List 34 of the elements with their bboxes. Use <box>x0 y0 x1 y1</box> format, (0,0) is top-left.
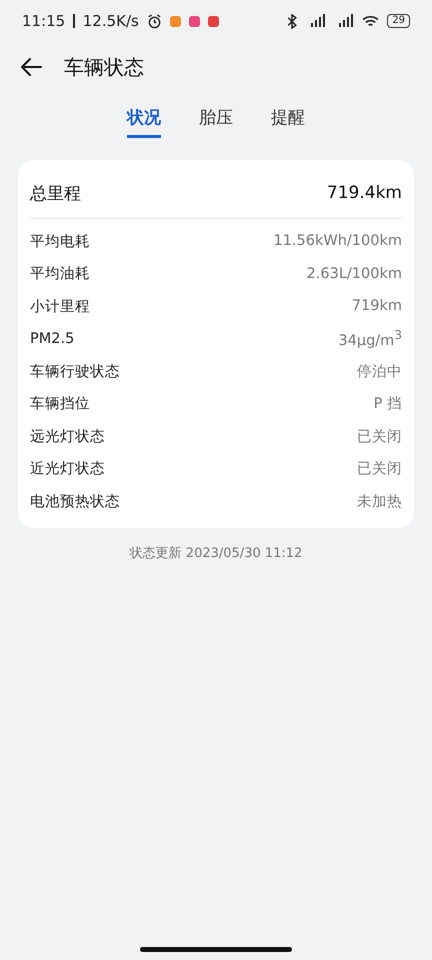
row-value: 2.63L/100km <box>306 266 402 282</box>
wifi-icon <box>362 14 380 28</box>
tab[interactable]: 提醒 <box>271 106 305 138</box>
network-speed: 12.5K/s <box>82 12 139 30</box>
row-value: 11.56kWh/100km <box>273 233 402 250</box>
row-label: 平均油耗 <box>30 265 90 284</box>
app-icon <box>208 16 219 26</box>
row-label: 电池预热状态 <box>30 492 120 511</box>
alarm-icon <box>146 14 162 28</box>
row-value: 719.4km <box>326 183 402 203</box>
row-value: 停泊中 <box>357 362 402 381</box>
battery-indicator: 29 <box>387 14 410 28</box>
row-value: 34μg/m$^{3}$ <box>338 328 402 350</box>
row-label: 远光灯状态 <box>30 428 105 446</box>
row-label: PM2.5 <box>30 330 74 347</box>
row-label: 车辆挡位 <box>30 395 90 414</box>
row-label: 车辆行驶状态 <box>30 362 120 381</box>
row-label: 近光灯状态 <box>30 460 105 478</box>
tab[interactable]: 胎压 <box>199 106 233 138</box>
status-time: 11:15 <box>22 12 66 30</box>
app-icon <box>188 16 200 26</box>
app-icon <box>170 16 181 26</box>
row-value: 未加热 <box>357 492 402 511</box>
page-title: 车辆状态 <box>64 54 144 80</box>
row-value: P 挡 <box>374 395 402 414</box>
row-value: 已关闭 <box>357 460 402 478</box>
row-label: 总里程 <box>30 182 81 204</box>
row-value: 719km <box>352 298 402 314</box>
row-label: 平均电耗 <box>30 232 90 251</box>
row-value: 已关闭 <box>357 428 402 446</box>
bluetooth-icon <box>286 14 298 28</box>
row-label: 小计里程 <box>30 298 90 316</box>
update-time: 状态更新 2023/05/30 11:12 <box>130 546 302 560</box>
tab[interactable]: 状况 <box>127 106 161 138</box>
